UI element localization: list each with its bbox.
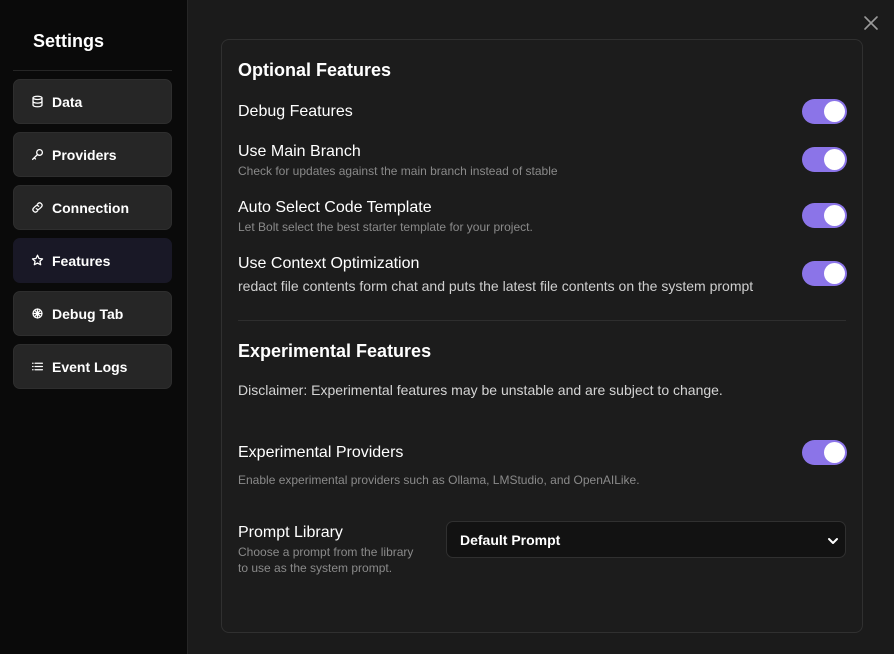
context-optimization-toggle[interactable] [802,261,847,286]
sidebar-item-data[interactable]: Data [13,79,172,124]
use-main-branch-desc: Check for updates against the main branc… [238,164,558,178]
sidebar-item-label: Connection [52,199,129,216]
use-main-branch-label: Use Main Branch [238,143,361,160]
toggle-knob [824,205,845,226]
debug-features-toggle[interactable] [802,99,847,124]
sidebar-item-connection[interactable]: Connection [13,185,172,230]
experimental-disclaimer: Disclaimer: Experimental features may be… [238,382,723,398]
experimental-providers-label: Experimental Providers [238,444,404,461]
experimental-features-title: Experimental Features [238,341,432,361]
experimental-providers-toggle[interactable] [802,440,847,465]
prompt-library-desc-line1: Choose a prompt from the library [238,545,414,559]
sidebar-item-label: Data [52,93,83,110]
close-icon [864,16,878,30]
star-icon [30,254,44,268]
prompt-library-desc-line2: to use as the system prompt. [238,561,393,575]
auto-select-template-label: Auto Select Code Template [238,199,432,216]
sidebar: Settings Data Providers Connection Featu [0,0,188,654]
list-icon [30,360,44,374]
toggle-knob [824,263,845,284]
toggle-knob [824,442,845,463]
sidebar-item-label: Event Logs [52,358,128,375]
section-divider [238,320,846,321]
sidebar-item-label: Providers [52,146,117,163]
prompt-library-select[interactable]: Default Prompt [446,521,846,558]
auto-select-template-desc: Let Bolt select the best starter templat… [238,220,533,234]
prompt-library-label: Prompt Library [238,524,343,541]
auto-select-template-toggle[interactable] [802,203,847,228]
sidebar-item-features[interactable]: Features [13,238,172,283]
bug-icon [30,307,44,321]
sidebar-item-debug-tab[interactable]: Debug Tab [13,291,172,336]
close-button[interactable] [862,14,880,32]
debug-features-label: Debug Features [238,103,353,120]
features-panel: Optional Features Debug Features Use Mai… [221,39,863,633]
use-main-branch-toggle[interactable] [802,147,847,172]
optional-features-title: Optional Features [238,60,392,80]
database-icon [30,95,44,109]
prompt-library-selected-value: Default Prompt [460,531,561,548]
sidebar-title: Settings [33,31,105,51]
sidebar-item-event-logs[interactable]: Event Logs [13,344,172,389]
context-optimization-label: Use Context Optimization [238,255,420,272]
toggle-knob [824,101,845,122]
key-icon [30,148,44,162]
link-icon [30,201,44,215]
sidebar-item-providers[interactable]: Providers [13,132,172,177]
context-optimization-desc: redact file contents form chat and puts … [238,278,754,294]
settings-window: Settings Data Providers Connection Featu [0,0,894,654]
sidebar-item-label: Debug Tab [52,305,124,322]
sidebar-item-label: Features [52,252,111,269]
experimental-providers-desc: Enable experimental providers such as Ol… [238,473,640,487]
toggle-knob [824,149,845,170]
sidebar-divider [13,70,172,71]
chevron-down-icon [827,534,839,546]
